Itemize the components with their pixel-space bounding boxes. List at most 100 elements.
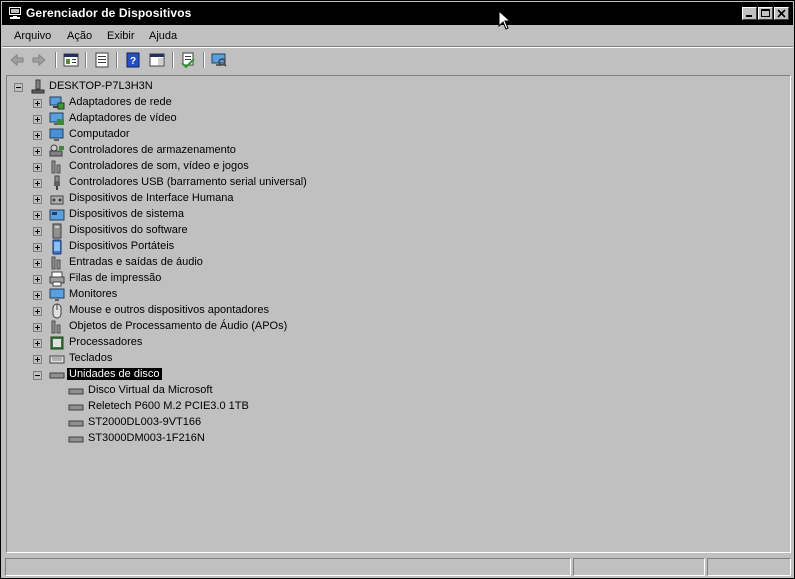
display-adapter-icon (49, 112, 64, 125)
expand-toggle[interactable] (33, 115, 42, 124)
tree-item-disk[interactable]: Reletech P600 M.2 PCIE3.0 1TB (7, 399, 787, 415)
tree-item-label: Teclados (69, 352, 113, 364)
usb-controller-icon (54, 175, 60, 190)
tree-root[interactable]: DESKTOP-P7L3H3N (7, 79, 787, 95)
mouse-cursor-icon (498, 10, 512, 30)
back-button[interactable] (8, 51, 26, 69)
expand-toggle[interactable] (33, 179, 42, 188)
tree-item-category[interactable]: Adaptadores de vídeo (7, 111, 787, 127)
collapse-toggle[interactable] (33, 371, 42, 380)
menu-ajuda[interactable]: Ajuda (149, 30, 177, 42)
hid-device-icon (50, 195, 64, 205)
toolbar-separator (172, 52, 174, 68)
tree-item-category[interactable]: Processadores (7, 335, 787, 351)
collapse-toggle[interactable] (14, 83, 23, 92)
tree-item-label: Dispositivos de sistema (69, 208, 184, 220)
tree-item-label: Unidades de disco (67, 368, 162, 380)
tree-item-label: ST2000DL003-9VT166 (88, 416, 202, 428)
tree-item-label: ST3000DM003-1F216N (88, 432, 205, 444)
expand-toggle[interactable] (33, 211, 42, 220)
minimize-button[interactable] (742, 7, 757, 20)
expand-toggle[interactable] (33, 131, 42, 140)
expand-toggle[interactable] (33, 355, 42, 364)
action-pane-button[interactable] (148, 51, 166, 69)
system-device-icon (49, 209, 65, 221)
expand-toggle[interactable] (33, 243, 42, 252)
console-tree-button[interactable] (62, 51, 80, 69)
network-adapter-icon (49, 96, 65, 110)
update-driver-icon (181, 52, 195, 68)
scan-hardware-button[interactable] (210, 51, 228, 69)
portable-device-icon (52, 239, 62, 255)
tree-item-label: Monitores (69, 288, 118, 300)
tree-item-category[interactable]: Dispositivos de Interface Humana (7, 191, 787, 207)
expand-toggle[interactable] (33, 227, 42, 236)
toolbar: ? (2, 48, 793, 72)
forward-button[interactable] (30, 51, 48, 69)
expand-toggle[interactable] (33, 291, 42, 300)
back-arrow-icon (10, 53, 24, 67)
maximize-button[interactable] (758, 7, 773, 20)
status-bar (2, 556, 793, 578)
title-bar[interactable]: Gerenciador de Dispositivos (2, 2, 793, 25)
tree-item-category[interactable]: Controladores de armazenamento (7, 143, 787, 159)
tree-item-label: Dispositivos Portáteis (69, 240, 175, 252)
tree-item-label: Entradas e saídas de áudio (69, 256, 203, 268)
tree-item-label: Controladores de armazenamento (69, 144, 236, 156)
disk-drive-icon (68, 404, 84, 411)
properties-button[interactable] (93, 51, 111, 69)
tree-item-disk[interactable]: ST3000DM003-1F216N (7, 431, 787, 447)
tree-item-category[interactable]: Dispositivos de sistema (7, 207, 787, 223)
expand-toggle[interactable] (33, 99, 42, 108)
tree-item-category[interactable]: Computador (7, 127, 787, 143)
tree-item-category[interactable]: Filas de impressão (7, 271, 787, 287)
status-pane-3 (707, 558, 791, 576)
menu-acao[interactable]: Ação (67, 30, 92, 42)
disk-drive-icon (49, 372, 65, 379)
toolbar-separator (55, 52, 57, 68)
tree-item-category[interactable]: Controladores de som, vídeo e jogos (7, 159, 787, 175)
expand-toggle[interactable] (33, 275, 42, 284)
expand-toggle[interactable] (33, 259, 42, 268)
expand-toggle[interactable] (33, 147, 42, 156)
tree-item-label: Disco Virtual da Microsoft (88, 384, 213, 396)
update-driver-button[interactable] (179, 51, 197, 69)
disk-drive-icon (68, 388, 84, 395)
close-button[interactable] (774, 7, 789, 20)
software-device-icon (52, 223, 62, 239)
menu-exibir[interactable]: Exibir (107, 30, 135, 42)
action-pane-icon (149, 53, 165, 67)
tree-item-disk[interactable]: Disco Virtual da Microsoft (7, 383, 787, 399)
expand-toggle[interactable] (33, 323, 42, 332)
status-pane-2 (573, 558, 705, 576)
device-manager-icon (9, 7, 21, 19)
tree-item-category[interactable]: Objetos de Processamento de Áudio (APOs) (7, 319, 787, 335)
console-tree-icon (63, 53, 79, 67)
maximize-icon (761, 9, 770, 17)
tree-item-category[interactable]: Unidades de disco (7, 367, 787, 383)
device-tree[interactable]: DESKTOP-P7L3H3N Adaptadores de rede Adapt… (6, 75, 791, 553)
expand-toggle[interactable] (33, 163, 42, 172)
tree-item-category[interactable]: Teclados (7, 351, 787, 367)
close-icon (777, 9, 786, 18)
tree-item-category[interactable]: Monitores (7, 287, 787, 303)
tree-item-disk[interactable]: ST2000DL003-9VT166 (7, 415, 787, 431)
tree-item-label: Mouse e outros dispositivos apontadores (69, 304, 269, 316)
toolbar-separator (85, 52, 87, 68)
tree-item-category[interactable]: Dispositivos Portáteis (7, 239, 787, 255)
toolbar-separator (116, 52, 118, 68)
menu-bar: Arquivo Ação Exibir Ajuda (2, 26, 793, 46)
tree-item-category[interactable]: Dispositivos do software (7, 223, 787, 239)
expand-toggle[interactable] (33, 195, 42, 204)
tree-item-category[interactable]: Entradas e saídas de áudio (7, 255, 787, 271)
menu-arquivo[interactable]: Arquivo (14, 30, 51, 42)
properties-icon (95, 52, 109, 68)
tree-item-category[interactable]: Mouse e outros dispositivos apontadores (7, 303, 787, 319)
expand-toggle[interactable] (33, 339, 42, 348)
tree-item-category[interactable]: Adaptadores de rede (7, 95, 787, 111)
tree-item-category[interactable]: Controladores USB (barramento serial uni… (7, 175, 787, 191)
help-icon: ? (126, 52, 140, 68)
help-button[interactable]: ? (124, 51, 142, 69)
expand-toggle[interactable] (33, 307, 42, 316)
device-manager-window: Gerenciador de Dispositivos Arquivo Ação… (0, 0, 795, 579)
